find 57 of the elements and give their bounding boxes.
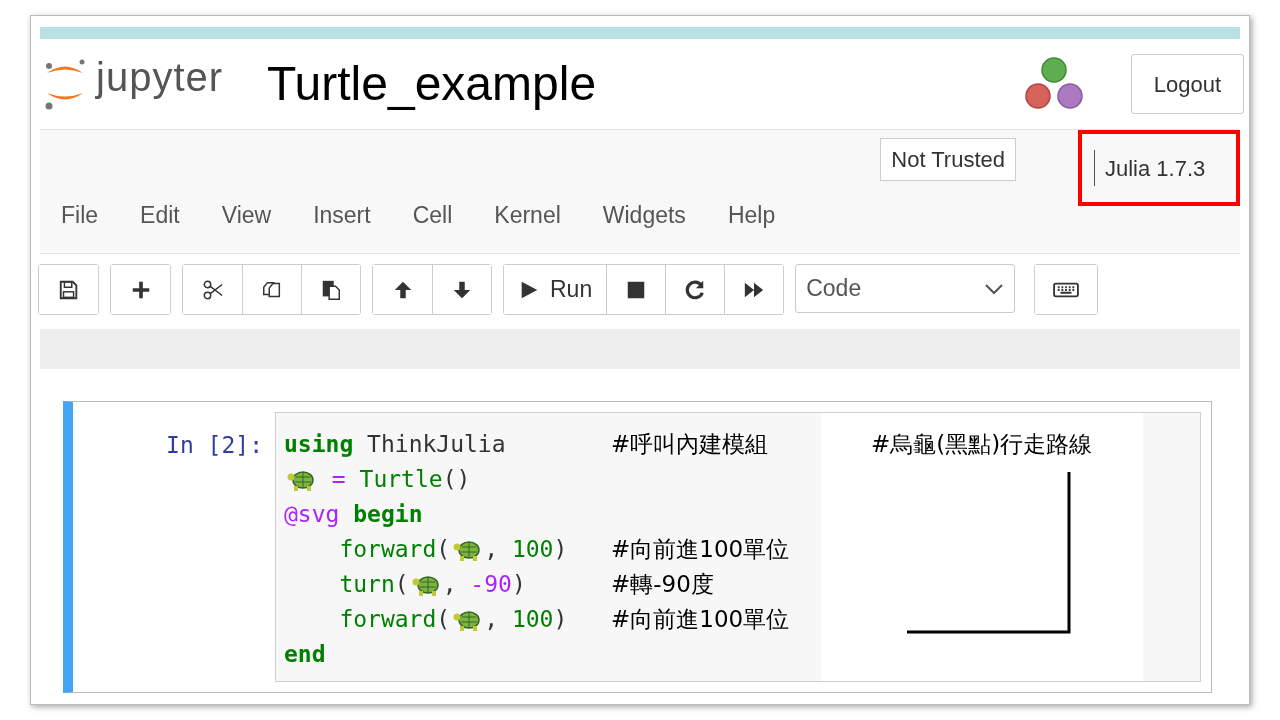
- code-operator: -90: [470, 570, 512, 600]
- code-function: forward: [339, 535, 437, 565]
- code-text: (: [436, 605, 451, 635]
- code-text: ,: [442, 570, 458, 600]
- menu-item[interactable]: Kernel: [473, 198, 582, 233]
- logout-button[interactable]: Logout: [1130, 54, 1244, 114]
- code-macro: @svg: [284, 500, 340, 530]
- logo-text: jupyter: [96, 54, 224, 101]
- code-text: ThinkJulia: [366, 430, 506, 460]
- code-comment: #轉-90度: [611, 570, 714, 600]
- code-text: ): [553, 535, 568, 565]
- kernel-indicator[interactable]: Julia 1.7.3: [1078, 130, 1240, 206]
- code-number: 100: [511, 605, 554, 635]
- code-input-area[interactable]: using ThinkJulia #呼叫內建模組 = Turtle() @svg begin forward( , 100) #向前進100單位 turn( , -90) #轉-90度 forward( , 100) #向前進100單位 end #烏龜(黑點)行走路線: [275, 412, 1201, 682]
- caret-icon: [984, 282, 1005, 295]
- move-down-button[interactable]: [432, 265, 491, 314]
- code-keyword: using: [284, 430, 354, 460]
- code-text: (: [394, 570, 409, 600]
- menu-item[interactable]: Cell: [391, 198, 474, 233]
- cell-type-dropdown[interactable]: Code: [795, 264, 1016, 313]
- scissors-icon: [201, 278, 224, 301]
- code-comment: #向前進100單位: [611, 605, 790, 635]
- menu-item[interactable]: Widgets: [581, 198, 707, 233]
- menu-item[interactable]: Edit: [119, 198, 201, 233]
- code-text: (): [442, 465, 471, 495]
- code-function: turn: [339, 570, 395, 600]
- insert-button[interactable]: [111, 265, 170, 314]
- keyboard-button[interactable]: [1035, 265, 1098, 314]
- code-comment: #向前進100單位: [611, 535, 790, 565]
- code-text: ): [511, 570, 526, 600]
- code-cell[interactable]: In [2]: using ThinkJulia #呼叫內建模組 = Turtle() @svg begin forward( , 100) #向前進100單位 turn( , -90) #轉-90度 forward( , 100) #向前進100單位 end #烏龜(黑點)行走路線: [63, 401, 1212, 693]
- code-text: (: [436, 535, 451, 565]
- code-number: 100: [511, 535, 554, 565]
- julia-logo-icon: [1022, 56, 1085, 112]
- code-operator: =: [330, 465, 347, 495]
- code-keyword: end: [284, 640, 326, 670]
- save-icon: [57, 278, 80, 301]
- menu-item[interactable]: Help: [706, 198, 797, 233]
- code-function: forward: [339, 605, 437, 635]
- trust-indicator[interactable]: Not Trusted: [880, 138, 1016, 181]
- restart-icon: [684, 278, 707, 301]
- code-text: ,: [484, 605, 500, 635]
- notebook-title[interactable]: Turtle_example: [267, 48, 597, 120]
- paste-icon: [320, 278, 342, 301]
- run-all-button[interactable]: [724, 265, 784, 314]
- menu-item[interactable]: File: [40, 198, 120, 233]
- code-function: Turtle: [359, 465, 443, 495]
- code-text: ,: [484, 535, 500, 565]
- paste-button[interactable]: [301, 265, 360, 314]
- menu-item[interactable]: View: [200, 198, 293, 233]
- code-comment: #呼叫內建模組: [611, 430, 769, 460]
- menu-item[interactable]: Insert: [292, 198, 392, 233]
- code-keyword: begin: [352, 500, 423, 530]
- save-button[interactable]: [39, 265, 98, 314]
- cell-prompt: In [2]:: [165, 431, 264, 460]
- code-text: ): [553, 605, 568, 635]
- output-annotation: #烏龜(黑點)行走路線: [871, 430, 1094, 459]
